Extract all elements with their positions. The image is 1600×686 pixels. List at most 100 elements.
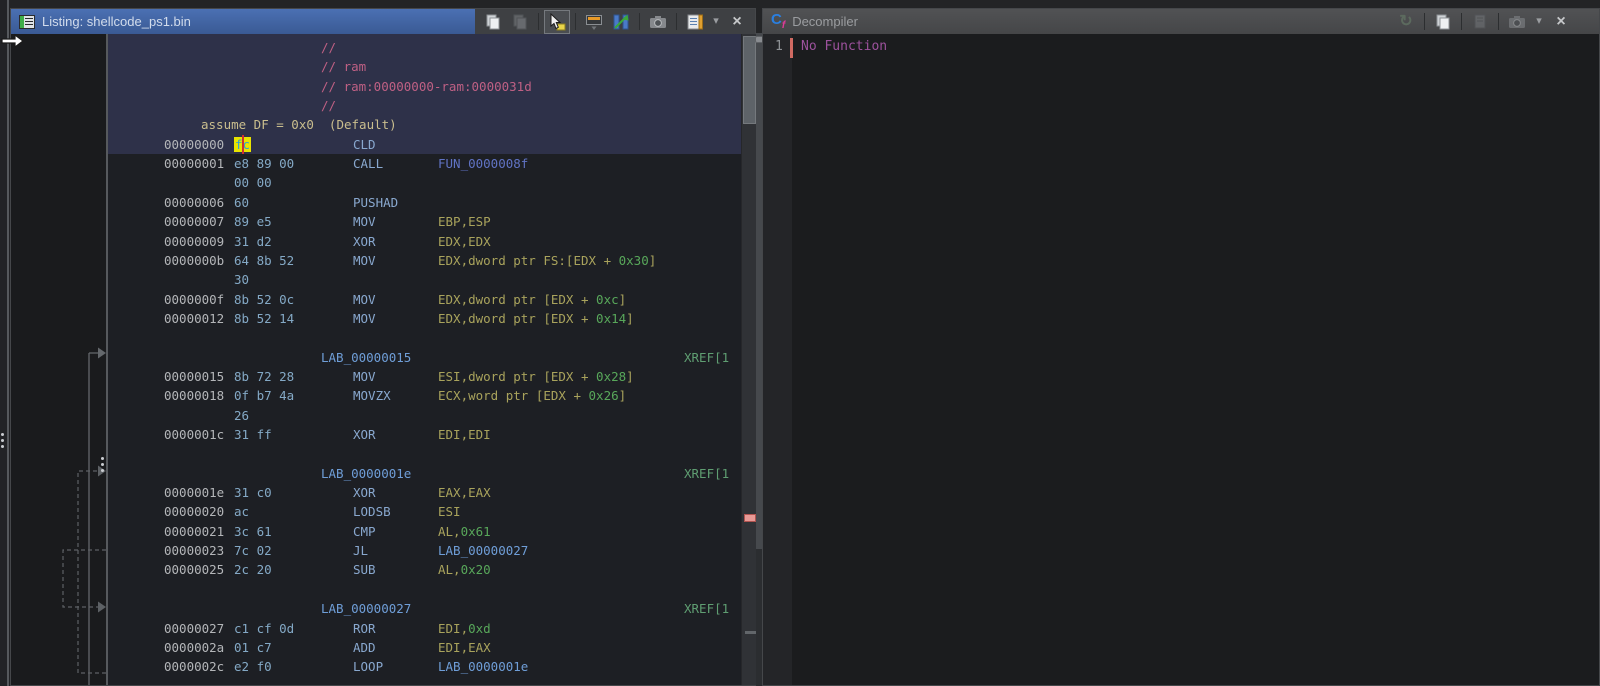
- listing-field-addr[interactable]: 0000002a: [164, 638, 224, 657]
- listing-row[interactable]: //: [108, 38, 741, 57]
- listing-field-com[interactable]: // ram: [321, 57, 366, 76]
- listing-field-op[interactable]: EAX,EAX: [438, 483, 491, 502]
- listing-field-addr[interactable]: 00000012: [164, 309, 224, 328]
- listing-field-op[interactable]: ECX,word ptr [EDX + 0x26]: [438, 386, 626, 405]
- listing-field-addr[interactable]: 0000002c: [164, 657, 224, 676]
- listing-field-op[interactable]: EDI,EAX: [438, 638, 491, 657]
- listing-field-mnem[interactable]: MOV: [353, 290, 376, 309]
- copy-button[interactable]: [1431, 11, 1455, 33]
- decompiler-body[interactable]: 1 No Function: [763, 34, 1599, 685]
- decompiler-menu-caret[interactable]: ▾: [1532, 11, 1546, 33]
- listing-field-op[interactable]: EDI,0xd: [438, 619, 491, 638]
- listing-row[interactable]: [108, 328, 741, 347]
- listing-row[interactable]: 00000009 31 d2 XOR EDX,EDX: [108, 232, 741, 251]
- listing-field-mnem[interactable]: SUB: [353, 560, 376, 579]
- listing-row[interactable]: 00 00: [108, 173, 741, 192]
- snapshot-button[interactable]: [1505, 11, 1529, 33]
- listing-row[interactable]: 00000015 8b 72 28 MOV ESI,dword ptr [EDX + …: [108, 367, 741, 386]
- close-decompiler-button[interactable]: ×: [1549, 11, 1573, 33]
- listing-row[interactable]: 0000000f 8b 52 0c MOV EDX,dword ptr [EDX + …: [108, 290, 741, 309]
- listing-field-byte[interactable]: 31 d2: [234, 232, 272, 251]
- listing-field-addr[interactable]: 00000007: [164, 212, 224, 231]
- listing-field-addr[interactable]: 00000006: [164, 193, 224, 212]
- listing-row[interactable]: 0000001c 31 ff XOR EDI,EDI: [108, 425, 741, 444]
- listing-field-addr[interactable]: 0000000b: [164, 251, 224, 270]
- listing-field-byte[interactable]: 89 e5: [234, 212, 272, 231]
- listing-field-addr[interactable]: 00000009: [164, 232, 224, 251]
- listing-field-mnem[interactable]: XOR: [353, 483, 376, 502]
- listing-row[interactable]: 0000002c e2 f0 LOOP LAB_0000001e: [108, 657, 741, 676]
- listing-row[interactable]: 00000021 3c 61 CMP AL,0x61: [108, 522, 741, 541]
- listing-row[interactable]: 0000002a 01 c7 ADD EDI,EAX: [108, 638, 741, 657]
- splitter-grip[interactable]: [1, 430, 4, 451]
- decompiler-titlebar[interactable]: Cf Decompiler: [763, 9, 1388, 34]
- refresh-button[interactable]: ↻: [1394, 11, 1418, 33]
- listing-field-mnem[interactable]: MOV: [353, 367, 376, 386]
- listing-field-com[interactable]: //: [321, 38, 336, 57]
- listing-field-byte[interactable]: 30: [234, 270, 249, 289]
- listing-field-mnem[interactable]: PUSHAD: [353, 193, 398, 212]
- listing-row[interactable]: 00000025 2c 20 SUB AL,0x20: [108, 560, 741, 579]
- listing-field-byte[interactable]: 01 c7: [234, 638, 272, 657]
- listing-field-mnem[interactable]: MOV: [353, 309, 376, 328]
- listing-field-xref[interactable]: XREF[1: [684, 348, 729, 367]
- listing-field-addr[interactable]: 00000023: [164, 541, 224, 560]
- listing-row[interactable]: 0000001e 31 c0 XOR EAX,EAX: [108, 483, 741, 502]
- panel-splitter[interactable]: [7, 0, 9, 686]
- listing-field-mnem[interactable]: MOV: [353, 212, 376, 231]
- listing-field-addr[interactable]: 00000020: [164, 502, 224, 521]
- listing-field-byte[interactable]: 31 c0: [234, 483, 272, 502]
- listing-row[interactable]: 00000006 60 PUSHAD: [108, 193, 741, 212]
- listing-row[interactable]: 00000001 e8 89 00 CALL FUN_0000008f: [108, 154, 741, 173]
- listing-field-op[interactable]: AL,0x20: [438, 560, 491, 579]
- listing-field-addr[interactable]: 0000001e: [164, 483, 224, 502]
- listing-field-byte[interactable]: 64 8b 52: [234, 251, 294, 270]
- listing-field-op[interactable]: ESI,dword ptr [EDX + 0x28]: [438, 367, 634, 386]
- listing-field-op[interactable]: EDX,dword ptr FS:[EDX + 0x30]: [438, 251, 656, 270]
- listing-field-mnem[interactable]: LODSB: [353, 502, 391, 521]
- listing-field-mnem[interactable]: ADD: [353, 638, 376, 657]
- listing-field-op[interactable]: EDX,EDX: [438, 232, 491, 251]
- listing-field-addr[interactable]: 00000001: [164, 154, 224, 173]
- disassembly-view[interactable]: //// ram// ram:00000000-ram:0000031d//as…: [108, 34, 741, 685]
- listing-field-addr[interactable]: 0000001c: [164, 425, 224, 444]
- listing-titlebar[interactable]: Listing: shellcode_ps1.bin: [11, 9, 475, 34]
- listing-field-byte[interactable]: c1 cf 0d: [234, 619, 294, 638]
- listing-field-addr[interactable]: 00000000: [164, 135, 224, 154]
- listing-field-op[interactable]: LAB_00000027: [438, 541, 528, 560]
- listing-scrollbar[interactable]: [741, 34, 757, 685]
- listing-field-op[interactable]: FUN_0000008f: [438, 154, 528, 173]
- listing-row[interactable]: 00000023 7c 02 JL LAB_00000027: [108, 541, 741, 560]
- listing-field-byte[interactable]: 00 00: [234, 173, 272, 192]
- listing-field-addr[interactable]: 00000018: [164, 386, 224, 405]
- listing-field-com[interactable]: //: [321, 96, 336, 115]
- export-button[interactable]: [1468, 11, 1492, 33]
- listing-field-byte[interactable]: 3c 61: [234, 522, 272, 541]
- listing-field-addr[interactable]: 00000027: [164, 619, 224, 638]
- listing-field-lab[interactable]: LAB_00000015: [321, 348, 411, 367]
- listing-field-op[interactable]: LAB_0000001e: [438, 657, 528, 676]
- listing-display-options-button[interactable]: [683, 11, 707, 33]
- listing-field-addr[interactable]: 00000015: [164, 367, 224, 386]
- listing-field-mnem[interactable]: ROR: [353, 619, 376, 638]
- listing-field-byte[interactable]: 31 ff: [234, 425, 272, 444]
- listing-field-byte[interactable]: 2c 20: [234, 560, 272, 579]
- listing-row[interactable]: //: [108, 96, 741, 115]
- listing-field-byte[interactable]: 0f b7 4a: [234, 386, 294, 405]
- listing-options-caret[interactable]: ▾: [710, 11, 722, 33]
- listing-field-byte[interactable]: e8 89 00: [234, 154, 294, 173]
- listing-field-mnem[interactable]: CLD: [353, 135, 376, 154]
- listing-field-xref[interactable]: XREF[1: [684, 599, 729, 618]
- listing-field-addr[interactable]: 00000021: [164, 522, 224, 541]
- listing-field-op[interactable]: ESI: [438, 502, 461, 521]
- listing-row[interactable]: // ram:00000000-ram:0000031d: [108, 77, 741, 96]
- listing-field-bytehl[interactable]: fc: [234, 134, 252, 154]
- listing-row[interactable]: 0000000b 64 8b 52 MOV EDX,dword ptr FS:[EDX…: [108, 251, 741, 270]
- scrollbar-thumb[interactable]: [743, 36, 756, 124]
- listing-row[interactable]: 00000012 8b 52 14 MOV EDX,dword ptr [EDX + …: [108, 309, 741, 328]
- listing-field-mnem[interactable]: MOVZX: [353, 386, 391, 405]
- listing-field-mnem[interactable]: JL: [353, 541, 368, 560]
- listing-field-com[interactable]: // ram:00000000-ram:0000031d: [321, 77, 532, 96]
- listing-field-op[interactable]: AL,0x61: [438, 522, 491, 541]
- diff-view-button[interactable]: [609, 11, 633, 33]
